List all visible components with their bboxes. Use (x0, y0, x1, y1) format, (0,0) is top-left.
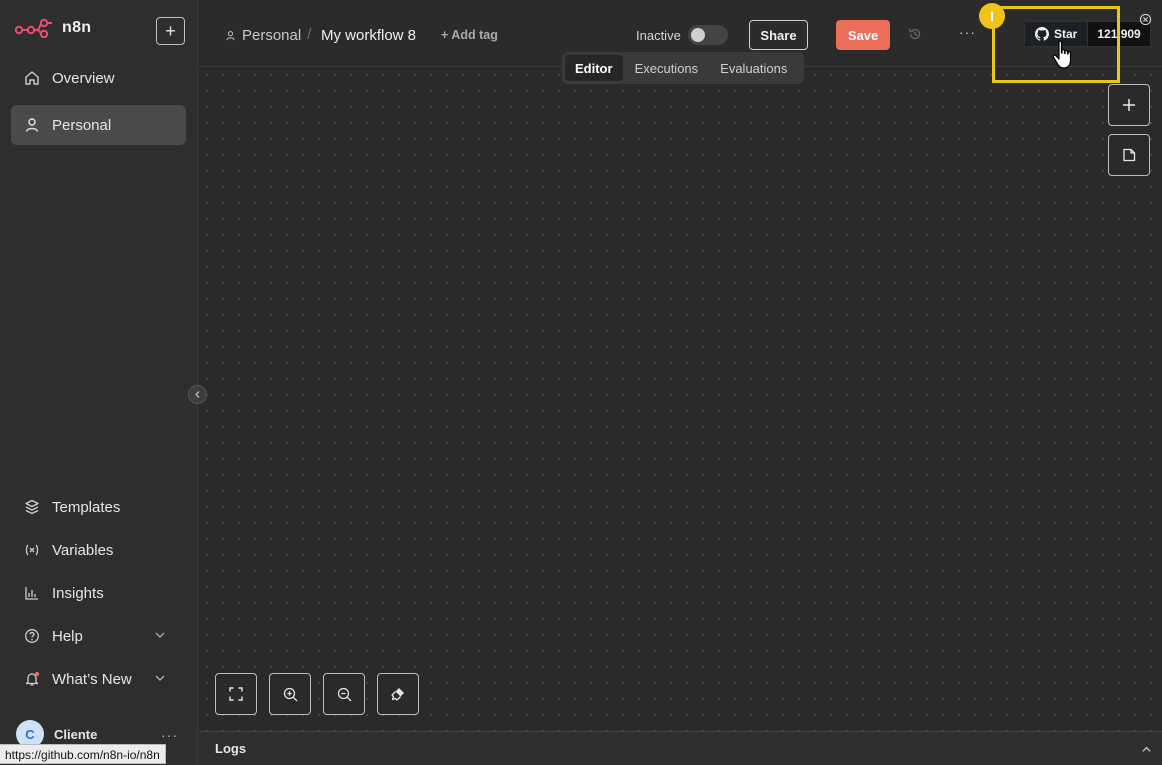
sidebar-item-overview[interactable]: Overview (11, 58, 186, 98)
broom-icon (391, 688, 404, 701)
add-node-button[interactable] (1108, 84, 1150, 126)
tab-executions[interactable]: Executions (625, 55, 709, 81)
zoom-to-fit-button[interactable] (215, 673, 257, 715)
help-icon (23, 628, 40, 645)
tab-evaluations[interactable]: Evaluations (710, 55, 797, 81)
workflow-title-label: My workflow 8 (321, 27, 417, 44)
user-name: Cliente (54, 726, 98, 742)
hand-cursor-icon (1052, 40, 1072, 69)
sidebar-item-label: Variables (52, 541, 114, 559)
logs-label: Logs (215, 741, 247, 756)
add-sticky-note-button[interactable] (1108, 134, 1150, 176)
toggle-knob (691, 28, 705, 42)
workflow-canvas[interactable] (199, 67, 1162, 731)
chevron-up-icon[interactable] (1141, 744, 1152, 755)
sidebar-item-personal[interactable]: Personal (11, 105, 186, 145)
sidebar-item-variables[interactable]: Variables (11, 530, 186, 570)
sidebar-item-label: Help (52, 627, 83, 645)
sidebar-item-help[interactable]: Help (11, 616, 186, 656)
zoom-out-button[interactable] (323, 673, 365, 715)
sidebar-item-label: Overview (52, 69, 115, 87)
plus-icon (1123, 99, 1135, 111)
sidebar-item-insights[interactable]: Insights (11, 573, 186, 613)
user-more-button[interactable]: ··· (161, 727, 178, 743)
chevron-down-icon (155, 632, 165, 638)
fit-view-icon (229, 687, 243, 701)
add-tag-button[interactable]: + Add tag (441, 28, 498, 42)
box-icon (23, 499, 40, 516)
github-star-widget[interactable]: Star 121,909 (1024, 21, 1151, 47)
sidebar: n8n + Overview Personal Templates Variab… (0, 0, 198, 765)
n8n-logo[interactable]: n8n (14, 18, 91, 38)
home-icon (23, 70, 40, 87)
sidebar-item-label: What’s New (52, 670, 132, 688)
zoom-in-button[interactable] (269, 673, 311, 715)
github-icon (1035, 27, 1049, 41)
breadcrumb-project-label: Personal (242, 27, 302, 44)
bell-icon (23, 671, 40, 688)
user-icon (226, 31, 235, 41)
sidebar-item-templates[interactable]: Templates (11, 487, 186, 527)
active-state-label: Inactive (636, 28, 681, 43)
tab-editor[interactable]: Editor (565, 55, 623, 81)
note-icon (1123, 148, 1136, 162)
view-tabs: Editor Executions Evaluations (562, 52, 804, 84)
close-icon[interactable] (1139, 13, 1152, 26)
user-icon (23, 117, 40, 134)
breadcrumb-separator: / (307, 26, 312, 43)
sidebar-item-label: Insights (52, 584, 104, 602)
sidebar-item-label: Personal (52, 116, 112, 134)
variable-icon (23, 542, 40, 559)
create-new-button[interactable]: + (156, 17, 185, 45)
n8n-logo-icon (14, 18, 52, 38)
logs-panel[interactable]: Logs (199, 731, 1162, 765)
sidebar-item-whats-new[interactable]: What’s New (11, 659, 186, 699)
annotation-marker: I (979, 3, 1005, 29)
chart-icon (23, 585, 40, 602)
workflow-title[interactable]: My workflow 8 (321, 27, 416, 44)
breadcrumb-project[interactable]: Personal (225, 27, 301, 44)
active-toggle[interactable] (688, 25, 728, 45)
zoom-in-icon (283, 687, 297, 701)
chevron-left-icon (195, 391, 200, 398)
save-button[interactable]: Save (836, 20, 890, 50)
more-options-button[interactable]: ··· (959, 24, 976, 40)
tidy-up-button[interactable] (377, 673, 419, 715)
chevron-down-icon (155, 675, 165, 681)
app-name: n8n (62, 19, 92, 36)
github-star-label: Star (1054, 27, 1078, 41)
zoom-out-icon (337, 687, 351, 701)
share-button[interactable]: Share (749, 20, 808, 50)
sidebar-collapse-button[interactable] (188, 385, 207, 404)
sidebar-item-label: Templates (52, 498, 121, 516)
status-bar-url: https://github.com/n8n-io/n8n (0, 744, 166, 764)
history-icon[interactable] (908, 27, 922, 41)
